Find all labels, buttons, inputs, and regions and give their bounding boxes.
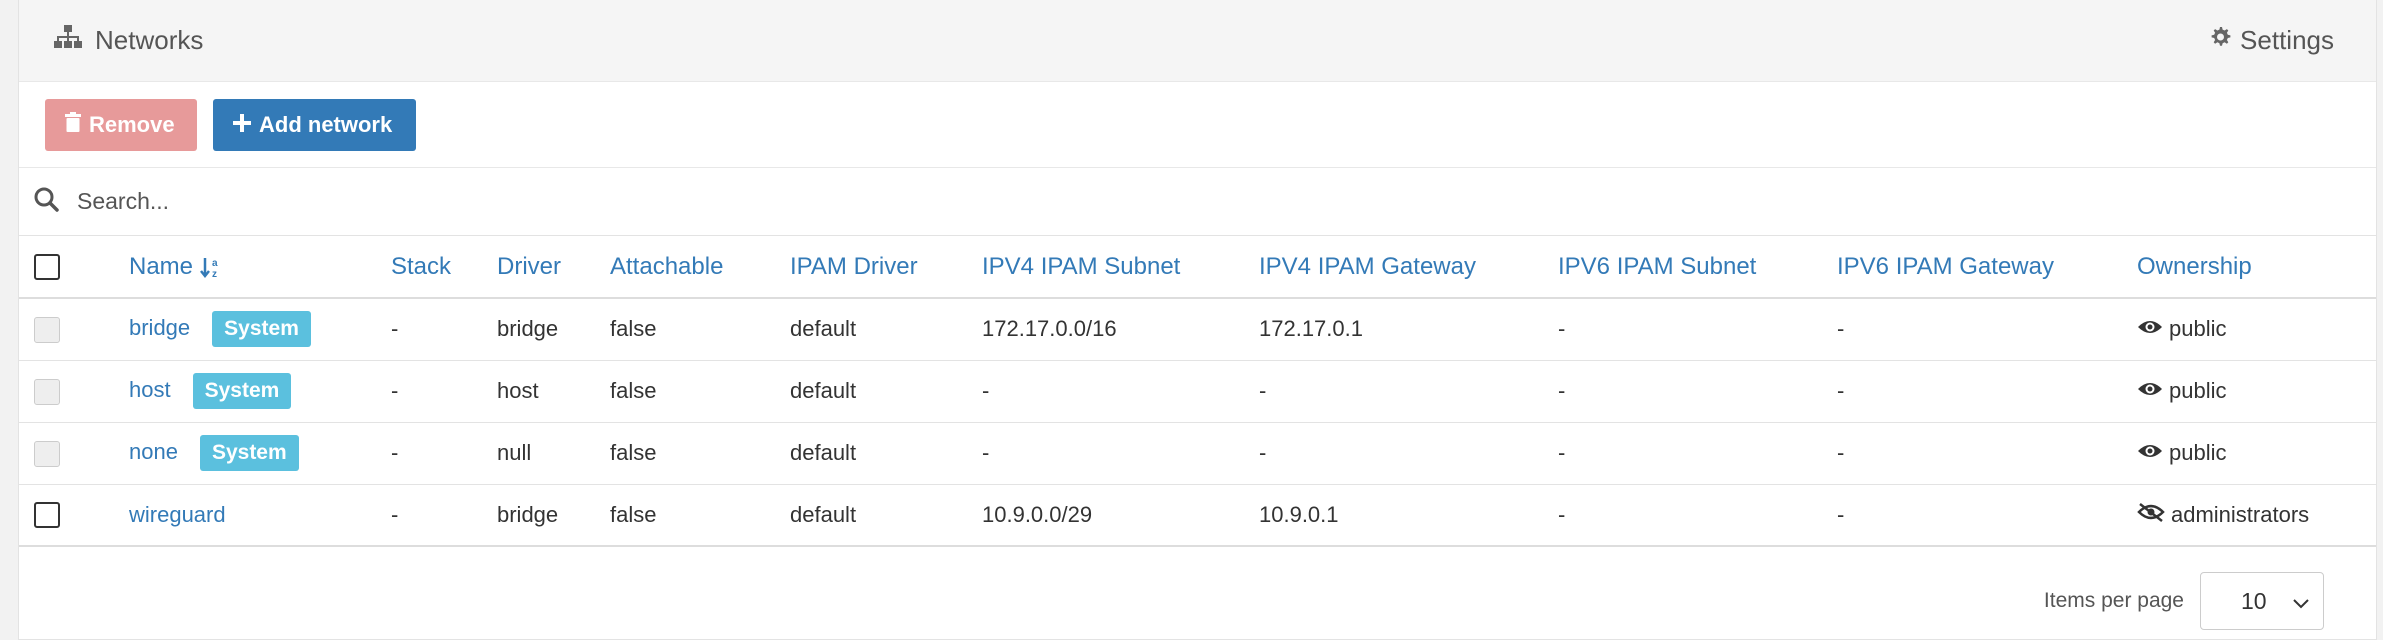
ipv4-gateway-cell: - bbox=[1259, 378, 1267, 403]
plus-icon bbox=[233, 112, 259, 138]
driver-cell: bridge bbox=[497, 316, 559, 342]
row-checkbox bbox=[34, 440, 60, 467]
eye-icon bbox=[2137, 316, 2169, 342]
column-ipv4-subnet[interactable]: IPV4 IPAM Subnet bbox=[982, 236, 1259, 298]
eye-icon bbox=[2137, 378, 2169, 404]
eye-slash-icon bbox=[2137, 502, 2171, 528]
stack-cell: - bbox=[391, 316, 399, 342]
table-row: none System - null false default - - - - … bbox=[19, 422, 2376, 484]
column-ownership[interactable]: Ownership bbox=[2137, 236, 2376, 298]
select-all-cell bbox=[19, 236, 129, 298]
pagination-footer: Items per page 10 bbox=[2044, 572, 2324, 630]
actions-bar: Remove Add network bbox=[19, 82, 2376, 168]
ipv4-gateway-cell: 10.9.0.1 bbox=[1259, 501, 1339, 527]
search-bar bbox=[19, 168, 2376, 236]
ownership-value: public bbox=[2137, 378, 2376, 404]
network-name-link[interactable]: none bbox=[129, 439, 178, 464]
column-name[interactable]: Name a z bbox=[129, 236, 391, 298]
network-name-link[interactable]: bridge bbox=[129, 315, 190, 340]
column-ipv6-subnet[interactable]: IPV6 IPAM Subnet bbox=[1558, 236, 1837, 298]
ipv6-subnet-cell: - bbox=[1558, 501, 1566, 527]
add-network-button[interactable]: Add network bbox=[213, 98, 416, 151]
chevron-down-icon bbox=[2293, 588, 2309, 615]
search-icon bbox=[33, 186, 59, 217]
column-attachable[interactable]: Attachable bbox=[610, 236, 790, 298]
column-ipv6-gateway[interactable]: IPV6 IPAM Gateway bbox=[1837, 236, 2137, 298]
ipv6-gateway-cell: - bbox=[1837, 316, 1845, 342]
stack-cell: - bbox=[391, 440, 399, 465]
column-driver[interactable]: Driver bbox=[497, 236, 610, 298]
ipv6-gateway-cell: - bbox=[1837, 378, 1845, 403]
ipv6-gateway-cell: - bbox=[1837, 440, 1845, 465]
add-network-label: Add network bbox=[259, 111, 393, 137]
ipv6-gateway-cell: - bbox=[1837, 501, 1845, 527]
system-badge: System bbox=[199, 435, 299, 471]
page-title-text: Networks bbox=[95, 25, 204, 55]
stack-cell: - bbox=[391, 501, 399, 527]
ipam-driver-cell: default bbox=[790, 440, 857, 465]
page-title: Networks bbox=[53, 24, 203, 57]
system-badge: System bbox=[212, 311, 311, 348]
ipv6-subnet-cell: - bbox=[1558, 316, 1566, 342]
ipam-driver-cell: default bbox=[790, 378, 857, 403]
table-row: wireguard - bridge false default 10.9.0.… bbox=[19, 484, 2376, 546]
eye-icon bbox=[2137, 440, 2169, 466]
network-name-link[interactable]: wireguard bbox=[129, 502, 226, 527]
ownership-value: public bbox=[2137, 316, 2376, 342]
remove-button[interactable]: Remove bbox=[45, 98, 197, 151]
column-ipam-driver[interactable]: IPAM Driver bbox=[790, 236, 982, 298]
row-checkbox bbox=[34, 378, 60, 405]
sitemap-icon bbox=[53, 24, 95, 57]
column-stack[interactable]: Stack bbox=[391, 236, 497, 298]
driver-cell: null bbox=[497, 440, 532, 465]
ipv6-subnet-cell: - bbox=[1558, 440, 1566, 465]
ipv4-subnet-cell: - bbox=[982, 440, 990, 465]
ipam-driver-cell: default bbox=[790, 316, 857, 342]
stack-cell: - bbox=[391, 378, 399, 403]
row-checkbox bbox=[34, 316, 60, 343]
ownership-value: administrators bbox=[2137, 502, 2376, 528]
sort-alpha-icon: a z bbox=[199, 253, 222, 280]
svg-text:a: a bbox=[212, 258, 218, 269]
ipv4-gateway-cell: 172.17.0.1 bbox=[1259, 316, 1363, 342]
attachable-cell: false bbox=[610, 501, 657, 527]
row-checkbox[interactable] bbox=[34, 502, 60, 529]
ipv4-gateway-cell: - bbox=[1259, 440, 1267, 465]
search-input[interactable] bbox=[75, 187, 979, 216]
select-all-checkbox[interactable] bbox=[34, 254, 60, 281]
ipv4-subnet-cell: 172.17.0.0/16 bbox=[982, 316, 1117, 342]
settings-label: Settings bbox=[2240, 25, 2334, 55]
driver-cell: bridge bbox=[497, 501, 559, 527]
networks-widget: Networks Settings Remove Add network Sea… bbox=[18, 0, 2377, 640]
table-header-row: Name a z Stack Driver Attachable IPAM Dr… bbox=[19, 236, 2376, 298]
network-name-link[interactable]: host bbox=[129, 377, 171, 402]
system-badge: System bbox=[192, 373, 292, 409]
networks-table: Name a z Stack Driver Attachable IPAM Dr… bbox=[19, 236, 2376, 547]
items-per-page-select[interactable]: 10 bbox=[2200, 572, 2324, 630]
gear-icon bbox=[2208, 25, 2240, 56]
ipv4-subnet-cell: - bbox=[982, 378, 990, 403]
ownership-value: public bbox=[2137, 440, 2376, 466]
remove-label: Remove bbox=[89, 111, 175, 137]
svg-text:z: z bbox=[212, 269, 217, 278]
trash-icon bbox=[65, 111, 89, 138]
attachable-cell: false bbox=[610, 378, 657, 403]
items-per-page-label: Items per page bbox=[2043, 589, 2184, 612]
attachable-cell: false bbox=[610, 316, 657, 342]
ipv4-subnet-cell: 10.9.0.0/29 bbox=[982, 501, 1093, 527]
table-row: host System - host false default - - - - … bbox=[19, 360, 2376, 422]
settings-button[interactable]: Settings bbox=[2208, 25, 2334, 56]
column-ipv4-gateway[interactable]: IPV4 IPAM Gateway bbox=[1259, 236, 1558, 298]
attachable-cell: false bbox=[610, 440, 657, 465]
widget-header: Networks Settings bbox=[19, 0, 2376, 82]
table-row: bridge System - bridge false default 172.… bbox=[19, 298, 2376, 360]
driver-cell: host bbox=[497, 378, 539, 403]
ipv6-subnet-cell: - bbox=[1558, 378, 1566, 403]
ipam-driver-cell: default bbox=[790, 501, 857, 527]
